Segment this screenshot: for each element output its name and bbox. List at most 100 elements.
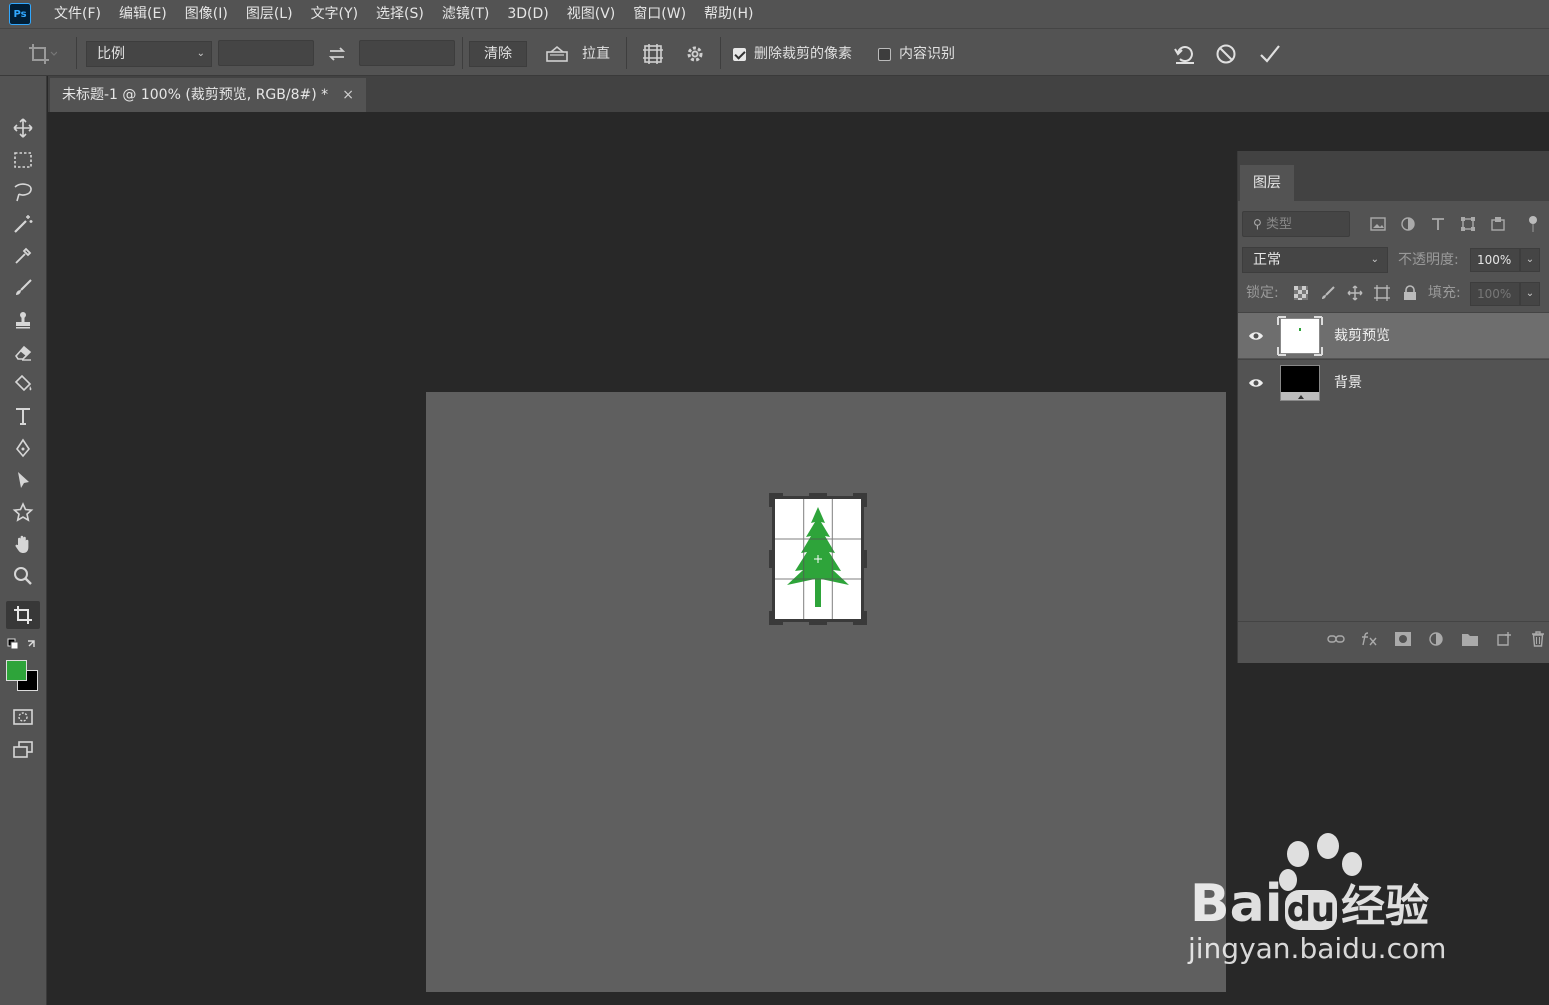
menu-file[interactable]: 文件(F): [45, 0, 110, 28]
crop-tool-icon[interactable]: [6, 601, 40, 629]
folder-icon[interactable]: [1460, 630, 1480, 648]
separator: [76, 37, 77, 69]
filter-pixel-icon[interactable]: [1369, 214, 1387, 234]
tools-panel: [0, 76, 47, 1005]
lock-artboard-icon[interactable]: [1373, 284, 1391, 302]
filter-smart-object-icon[interactable]: [1489, 214, 1507, 234]
eye-icon[interactable]: [1248, 375, 1264, 391]
filter-adjustment-icon[interactable]: [1399, 214, 1417, 234]
document-tab[interactable]: 未标题-1 @ 100% (裁剪预览, RGB/8#) * ×: [50, 78, 366, 112]
document-canvas[interactable]: [426, 392, 1226, 992]
shape-tool-icon[interactable]: [6, 498, 40, 526]
adjustment-layer-icon[interactable]: [1426, 630, 1446, 648]
crop-handles[interactable]: [769, 493, 867, 625]
reset-crop-icon[interactable]: [1170, 41, 1200, 67]
filter-toggle-icon[interactable]: [1524, 214, 1542, 234]
delete-cropped-checkbox[interactable]: [733, 48, 746, 61]
crop-tool-preset-icon[interactable]: [20, 41, 64, 67]
layer-name[interactable]: 裁剪预览: [1334, 313, 1390, 359]
menu-select[interactable]: 选择(S): [367, 0, 433, 28]
opacity-dropdown-icon[interactable]: ⌄: [1520, 248, 1540, 272]
baidu-watermark: Bai du 经验 jingyan.baidu.com: [1180, 830, 1480, 980]
paint-bucket-tool-icon[interactable]: [6, 370, 40, 398]
lock-pixels-icon[interactable]: [1319, 284, 1337, 302]
crop-height-input[interactable]: [359, 40, 455, 66]
eyedropper-tool-icon[interactable]: [6, 242, 40, 270]
brush-tool-icon[interactable]: [6, 274, 40, 302]
blend-mode-select[interactable]: 正常 ⌄: [1242, 247, 1388, 273]
magic-wand-tool-icon[interactable]: [6, 210, 40, 238]
opacity-input[interactable]: 100%: [1470, 248, 1520, 272]
marquee-tool-icon[interactable]: [6, 146, 40, 174]
lasso-tool-icon[interactable]: [6, 178, 40, 206]
layer-filter-select[interactable]: ⚲ 类型: [1242, 211, 1350, 237]
menu-layer[interactable]: 图层(L): [237, 0, 302, 28]
menu-type[interactable]: 文字(Y): [302, 0, 367, 28]
quick-mask-icon[interactable]: [6, 703, 40, 731]
menu-bar: Ps 文件(F) 编辑(E) 图像(I) 图层(L) 文字(Y) 选择(S) 滤…: [0, 0, 1549, 28]
path-selection-tool-icon[interactable]: [6, 466, 40, 494]
add-mask-icon[interactable]: [1393, 630, 1413, 648]
lock-transparent-icon[interactable]: [1292, 284, 1310, 302]
eye-icon[interactable]: [1248, 328, 1264, 344]
filter-type-icon[interactable]: [1429, 214, 1447, 234]
foreground-color-swatch[interactable]: [6, 660, 27, 681]
type-tool-icon[interactable]: [6, 402, 40, 430]
straighten-icon[interactable]: [542, 41, 572, 67]
thumbnail-marker: [1298, 395, 1304, 399]
fill-dropdown-icon[interactable]: ⌄: [1520, 282, 1540, 306]
color-swatches: [6, 656, 40, 696]
layer-row[interactable]: 背景: [1238, 359, 1549, 405]
filter-shape-icon[interactable]: [1459, 214, 1477, 234]
eraser-tool-icon[interactable]: [6, 338, 40, 366]
crop-preview-box[interactable]: [769, 493, 867, 625]
menu-edit[interactable]: 编辑(E): [110, 0, 176, 28]
clear-button[interactable]: 清除: [469, 41, 527, 67]
crop-width-input[interactable]: [218, 40, 314, 66]
move-tool-icon[interactable]: [6, 114, 40, 142]
menu-help[interactable]: 帮助(H): [695, 0, 762, 28]
layer-name[interactable]: 背景: [1334, 360, 1362, 406]
content-aware-label[interactable]: 内容识别: [899, 41, 955, 67]
link-layers-icon[interactable]: [1326, 630, 1346, 648]
panel-header: [1238, 151, 1549, 165]
menu-image[interactable]: 图像(I): [176, 0, 237, 28]
tab-layers[interactable]: 图层: [1240, 165, 1294, 201]
brand-bai: Bai: [1190, 874, 1283, 934]
fill-input[interactable]: 100%: [1470, 282, 1520, 306]
lock-position-icon[interactable]: [1346, 284, 1364, 302]
hand-tool-icon[interactable]: [6, 530, 40, 558]
layer-row[interactable]: 裁剪预览: [1238, 312, 1549, 358]
trash-icon[interactable]: [1528, 630, 1548, 648]
swap-dimensions-icon[interactable]: [324, 41, 350, 67]
fill-label: 填充:: [1428, 285, 1461, 301]
menu-filter[interactable]: 滤镜(T): [433, 0, 498, 28]
close-icon[interactable]: ×: [342, 78, 354, 112]
menu-view[interactable]: 视图(V): [558, 0, 625, 28]
photoshop-window: Ps 文件(F) 编辑(E) 图像(I) 图层(L) 文字(Y) 选择(S) 滤…: [0, 0, 1549, 1005]
pen-tool-icon[interactable]: [6, 434, 40, 462]
separator: [626, 37, 627, 69]
content-aware-checkbox[interactable]: [878, 48, 891, 61]
default-colors-icon[interactable]: [6, 636, 40, 654]
stamp-tool-icon[interactable]: [6, 306, 40, 334]
commit-crop-icon[interactable]: [1255, 41, 1285, 67]
panel-tab-bar: 图层: [1238, 165, 1549, 201]
gear-icon[interactable]: [680, 41, 710, 67]
lock-all-icon[interactable]: [1401, 284, 1419, 302]
new-layer-icon[interactable]: [1494, 630, 1514, 648]
menu-3d[interactable]: 3D(D): [498, 0, 557, 28]
chevron-down-icon: ⌄: [196, 48, 205, 59]
cancel-crop-icon[interactable]: [1211, 41, 1241, 67]
menu-window[interactable]: 窗口(W): [624, 0, 695, 28]
delete-cropped-label[interactable]: 删除裁剪的像素: [754, 41, 852, 67]
watermark-url: jingyan.baidu.com: [1188, 932, 1447, 965]
ratio-select[interactable]: 比例 ⌄: [86, 41, 212, 67]
screen-mode-icon[interactable]: [6, 736, 40, 764]
layer-thumbnail: [1277, 316, 1323, 356]
zoom-tool-icon[interactable]: [6, 562, 40, 590]
straighten-label[interactable]: 拉直: [582, 41, 610, 67]
fx-icon[interactable]: [1360, 630, 1380, 648]
grid-overlay-icon[interactable]: [638, 41, 668, 67]
document-tab-title: 未标题-1 @ 100% (裁剪预览, RGB/8#) *: [62, 87, 329, 103]
